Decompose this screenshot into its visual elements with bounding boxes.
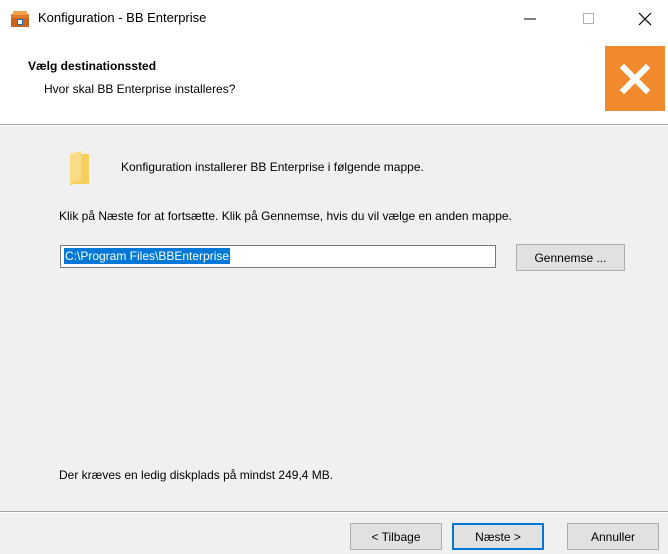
page-subtitle: Hvor skal BB Enterprise installeres? — [44, 82, 236, 96]
x-logo-icon — [605, 46, 665, 111]
browse-button[interactable]: Gennemse ... — [516, 244, 625, 271]
disk-space-text: Der kræves en ledig diskplads på mindst … — [59, 468, 334, 482]
close-icon — [638, 12, 652, 26]
header-divider-highlight — [0, 125, 668, 126]
minimize-icon — [524, 18, 536, 20]
minimize-button[interactable] — [507, 0, 553, 38]
installer-box-icon — [10, 10, 30, 28]
maximize-button — [566, 0, 612, 38]
close-button[interactable] — [622, 0, 668, 38]
window-title: Konfiguration - BB Enterprise — [38, 10, 207, 25]
folder-icon — [67, 150, 95, 186]
next-button[interactable]: Næste > — [452, 523, 544, 550]
destination-path-value: C:\Program Files\BBEnterprise — [64, 248, 231, 264]
wizard-header: Vælg destinationssted Hvor skal BB Enter… — [0, 38, 668, 124]
page-title: Vælg destinationssted — [28, 59, 157, 73]
footer-divider-highlight — [0, 512, 668, 513]
maximize-icon — [583, 13, 594, 24]
back-button[interactable]: < Tilbage — [350, 523, 442, 550]
destination-path-input[interactable]: C:\Program Files\BBEnterprise — [60, 245, 496, 268]
title-bar: Konfiguration - BB Enterprise — [0, 0, 668, 38]
instruction-text: Klik på Næste for at fortsætte. Klik på … — [59, 209, 512, 223]
install-info-text: Konfiguration installerer BB Enterprise … — [121, 160, 424, 174]
cancel-button[interactable]: Annuller — [567, 523, 659, 550]
